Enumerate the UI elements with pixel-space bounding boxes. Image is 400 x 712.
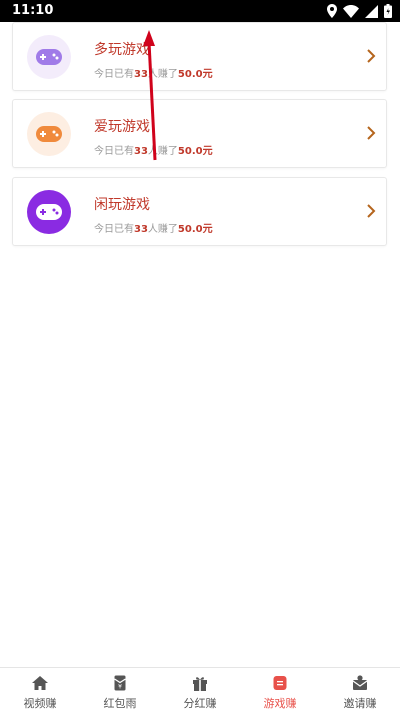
bottom-tab-bar: 视频赚 ¥ 红包雨 分红赚 游戏赚 邀请赚 (0, 667, 400, 712)
tab-dividend[interactable]: 分红赚 (160, 668, 240, 712)
invite-icon (352, 675, 368, 690)
game-tab-icon (273, 676, 287, 690)
tab-invite[interactable]: 邀请赚 (320, 668, 400, 712)
home-icon (32, 676, 48, 690)
tab-game[interactable]: 游戏赚 (240, 668, 320, 712)
annotation-arrow (143, 30, 157, 161)
tab-video[interactable]: 视频赚 (0, 668, 80, 712)
tab-red-packet[interactable]: ¥ 红包雨 (80, 668, 160, 712)
red-packet-icon: ¥ (114, 675, 126, 691)
gift-icon (193, 677, 207, 691)
svg-text:¥: ¥ (118, 684, 122, 691)
